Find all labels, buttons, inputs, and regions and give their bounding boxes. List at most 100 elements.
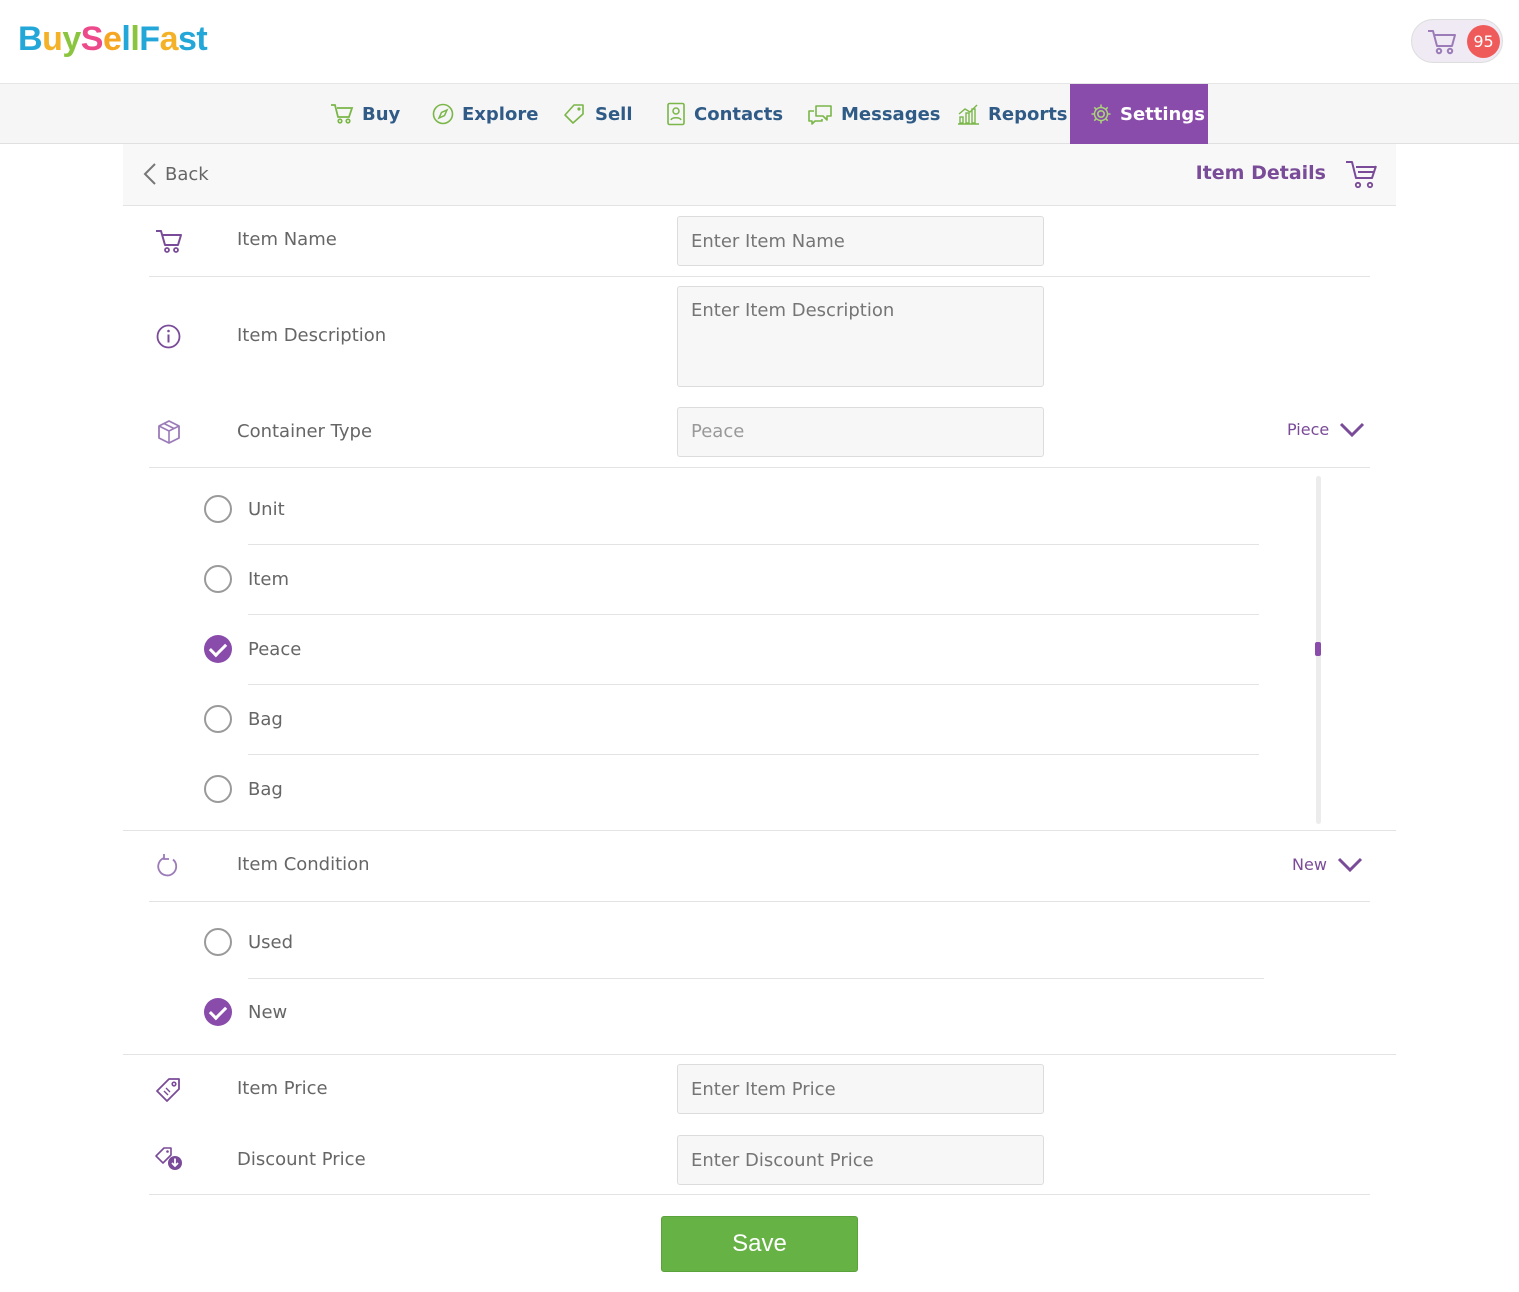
option-label: Unit bbox=[248, 498, 285, 520]
tag-icon bbox=[564, 104, 584, 124]
container-type-selected: Piece bbox=[1287, 420, 1330, 439]
radio-button[interactable] bbox=[204, 495, 232, 523]
container-option-unit[interactable]: Unit bbox=[204, 494, 285, 524]
logo-letter: a bbox=[159, 20, 179, 58]
container-type-field[interactable]: Peace bbox=[677, 407, 1044, 457]
chevron-down-icon bbox=[1340, 422, 1365, 437]
nav-buy-label: Buy bbox=[362, 103, 401, 125]
radio-button[interactable] bbox=[204, 928, 232, 956]
condition-option-new[interactable]: New bbox=[204, 997, 287, 1027]
container-option-bag[interactable]: Bag bbox=[204, 704, 283, 734]
divider bbox=[248, 614, 1259, 615]
item-price-input[interactable] bbox=[677, 1064, 1044, 1114]
nav-messages[interactable]: Messages bbox=[807, 84, 941, 144]
refresh-icon bbox=[157, 854, 178, 877]
logo-letter: S bbox=[80, 20, 104, 58]
nav-contacts[interactable]: Contacts bbox=[666, 84, 783, 144]
logo-letter: e bbox=[102, 20, 122, 58]
app-logo[interactable]: BuySellFast bbox=[18, 20, 208, 59]
nav-explore-label: Explore bbox=[462, 103, 539, 125]
logo-letter: s bbox=[177, 20, 197, 58]
nav-settings[interactable]: Settings bbox=[1070, 84, 1208, 144]
logo-letter: t bbox=[196, 20, 208, 58]
radio-button-checked[interactable] bbox=[204, 635, 232, 663]
discount-tag-icon bbox=[155, 1147, 182, 1170]
cart-count-badge: 95 bbox=[1467, 25, 1500, 58]
item-condition-dropdown[interactable]: New bbox=[1292, 855, 1363, 874]
cart-icon bbox=[156, 230, 182, 253]
condition-option-used[interactable]: Used bbox=[204, 927, 293, 957]
options-scrollbar-thumb[interactable] bbox=[1315, 642, 1321, 656]
app-header: BuySellFast 95 bbox=[0, 0, 1519, 84]
divider bbox=[149, 467, 1370, 468]
nav-sell-label: Sell bbox=[595, 103, 633, 125]
option-label: Bag bbox=[248, 708, 283, 730]
main-nav: Buy Explore Sell Contacts Messages Repor… bbox=[0, 84, 1519, 144]
chart-icon bbox=[958, 104, 979, 125]
contacts-icon bbox=[667, 102, 685, 126]
nav-reports[interactable]: Reports bbox=[956, 84, 1068, 144]
divider bbox=[248, 754, 1259, 755]
nav-buy[interactable]: Buy bbox=[330, 84, 400, 144]
nav-reports-label: Reports bbox=[988, 103, 1068, 125]
nav-messages-label: Messages bbox=[841, 103, 941, 125]
option-label: Bag bbox=[248, 778, 283, 800]
box-icon bbox=[158, 420, 180, 444]
nav-explore[interactable]: Explore bbox=[432, 84, 538, 144]
cart-list-icon bbox=[1346, 161, 1377, 189]
logo-letter: l bbox=[121, 20, 131, 58]
option-label: New bbox=[248, 1001, 288, 1023]
container-option-bag-2[interactable]: Bag bbox=[204, 774, 283, 804]
container-option-peace[interactable]: Peace bbox=[204, 634, 301, 664]
compass-icon bbox=[432, 103, 454, 125]
cart-button[interactable]: 95 bbox=[1411, 19, 1503, 63]
divider bbox=[248, 684, 1259, 685]
cart-icon bbox=[1428, 30, 1456, 55]
info-icon bbox=[156, 324, 181, 349]
divider bbox=[149, 276, 1370, 277]
back-label: Back bbox=[165, 163, 209, 185]
discount-price-input[interactable] bbox=[677, 1135, 1044, 1185]
option-label: Peace bbox=[248, 638, 302, 660]
item-name-label: Item Name bbox=[237, 229, 337, 250]
divider bbox=[248, 978, 1264, 979]
option-label: Used bbox=[248, 931, 294, 953]
gear-icon bbox=[1091, 104, 1111, 124]
page-title: Item Details bbox=[1195, 162, 1326, 184]
radio-button[interactable] bbox=[204, 565, 232, 593]
divider bbox=[123, 1054, 1396, 1055]
item-details-header: Back Item Details bbox=[123, 144, 1396, 206]
item-condition-selected: New bbox=[1292, 855, 1327, 874]
item-description-input[interactable] bbox=[677, 286, 1044, 387]
divider bbox=[123, 830, 1396, 831]
logo-letter: B bbox=[18, 20, 43, 58]
chevron-left-icon bbox=[143, 163, 156, 185]
item-condition-label: Item Condition bbox=[237, 854, 370, 875]
item-description-label: Item Description bbox=[237, 325, 387, 346]
logo-letter: F bbox=[139, 20, 160, 58]
back-button[interactable]: Back bbox=[143, 162, 209, 186]
logo-letter: u bbox=[42, 20, 63, 58]
save-button[interactable]: Save bbox=[661, 1216, 858, 1272]
nav-contacts-label: Contacts bbox=[694, 103, 784, 125]
cart-icon bbox=[331, 104, 354, 124]
radio-button[interactable] bbox=[204, 775, 232, 803]
container-option-item[interactable]: Item bbox=[204, 564, 289, 594]
nav-sell[interactable]: Sell bbox=[563, 84, 633, 144]
logo-letter: l bbox=[130, 20, 140, 58]
radio-button-checked[interactable] bbox=[204, 998, 232, 1026]
divider bbox=[149, 901, 1370, 902]
item-name-input[interactable] bbox=[677, 216, 1044, 266]
discount-price-label: Discount Price bbox=[237, 1149, 366, 1170]
radio-button[interactable] bbox=[204, 705, 232, 733]
item-price-label: Item Price bbox=[237, 1078, 328, 1099]
container-type-dropdown[interactable]: Piece bbox=[1287, 420, 1365, 439]
divider bbox=[149, 1194, 1370, 1195]
option-label: Item bbox=[248, 568, 289, 590]
messages-icon bbox=[808, 105, 832, 125]
chevron-down-icon bbox=[1337, 857, 1362, 872]
divider bbox=[248, 544, 1259, 545]
nav-settings-label: Settings bbox=[1120, 103, 1205, 125]
container-type-label: Container Type bbox=[237, 421, 373, 442]
logo-letter: y bbox=[62, 20, 81, 58]
